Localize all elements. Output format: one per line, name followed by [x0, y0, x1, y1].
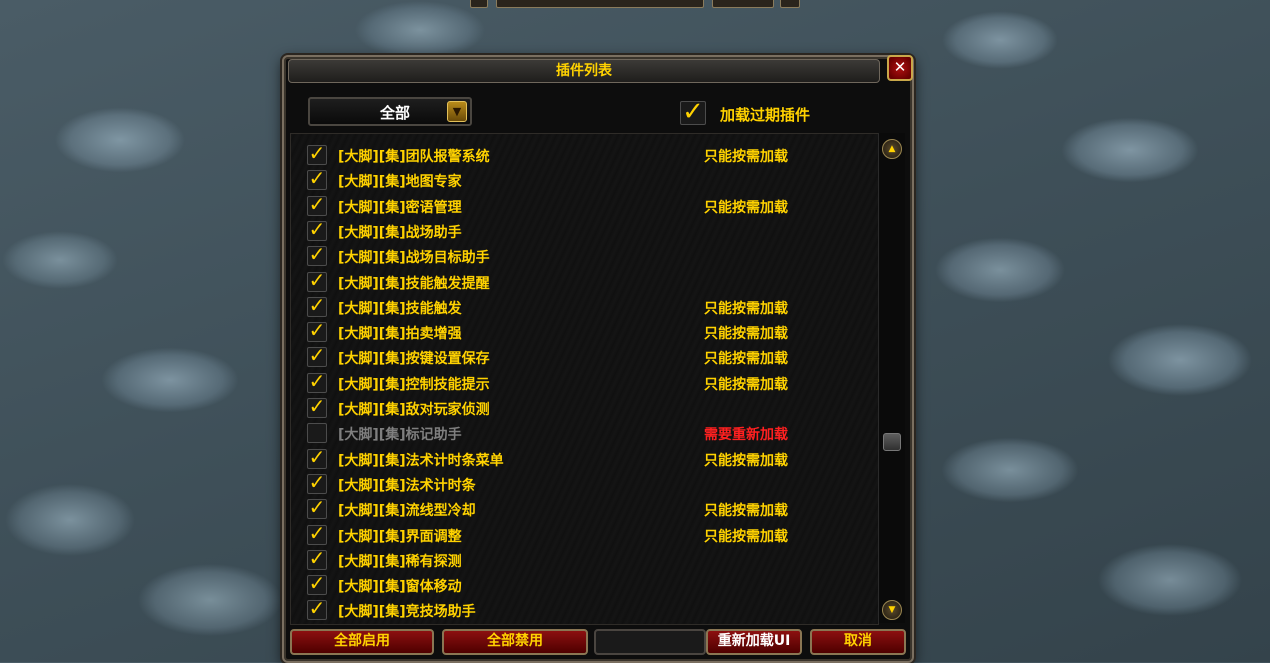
addon-row[interactable]: ✓ [大脚][集]密语管理 只能按需加载 — [291, 193, 878, 218]
addon-status: 只能按需加载 — [704, 149, 788, 165]
top-bar-segment — [712, 0, 774, 8]
addon-row[interactable]: ✓ [大脚][集]技能触发 只能按需加载 — [291, 294, 878, 319]
addon-name: [大脚][集]技能触发提醒 — [338, 275, 490, 292]
addon-name: [大脚][集]竞技场助手 — [338, 604, 476, 621]
reload-ui-button[interactable]: 重新加载UI — [706, 629, 802, 655]
addon-name: [大脚][集]战场助手 — [338, 224, 462, 241]
addon-name: [大脚][集]地图专家 — [338, 174, 462, 191]
addon-status: 只能按需加载 — [704, 326, 788, 343]
addon-row[interactable]: ✓ [大脚][集]战场目标助手 — [291, 243, 878, 268]
addon-enable-checkbox[interactable]: ✓ — [307, 447, 327, 469]
addon-enable-checkbox[interactable]: ✓ — [307, 523, 327, 545]
scroll-up-icon[interactable]: ▲ — [882, 139, 902, 159]
addon-name: [大脚][集]法术计时条菜单 — [338, 452, 504, 469]
addon-name: [大脚][集]窗体移动 — [338, 579, 462, 596]
addon-enable-checkbox[interactable]: ✓ — [307, 320, 327, 343]
addon-row[interactable]: ✓ [大脚][集]按键设置保存 只能按需加载 — [291, 344, 878, 369]
addon-enable-checkbox[interactable]: ✓ — [307, 573, 327, 596]
addon-row[interactable]: ✓ [大脚][集]战场助手 — [291, 218, 878, 243]
top-bar-segment — [496, 0, 704, 8]
addon-enable-checkbox[interactable]: ✓ — [307, 423, 327, 444]
addon-status: 需要重新加载 — [704, 427, 788, 444]
load-expired-checkbox[interactable]: ✓ — [680, 99, 706, 125]
addon-row[interactable]: ✓ [大脚][集]稀有探测 — [291, 547, 878, 572]
addon-status: 只能按需加载 — [704, 351, 788, 368]
chevron-down-icon[interactable]: ▼ — [447, 101, 467, 122]
addon-enable-checkbox[interactable]: ✓ — [307, 168, 327, 191]
addon-row[interactable]: ✓ [大脚][集]控制技能提示 只能按需加载 — [291, 370, 878, 395]
button-bar-divider — [594, 629, 706, 655]
scrollbar[interactable]: ▲ ▼ — [878, 133, 905, 623]
addon-row[interactable]: ✓ [大脚][集]拍卖增强 只能按需加载 — [291, 319, 878, 344]
addon-enable-checkbox[interactable]: ✓ — [307, 194, 327, 216]
addon-row[interactable]: ✓ [大脚][集]团队报警系统 只能按需加载 — [291, 142, 878, 167]
addon-enable-checkbox[interactable]: ✓ — [307, 345, 327, 368]
addon-list: ✓ [大脚][集]团队报警系统 只能按需加载 ✓ [大脚][集]地图专家 ✓ [大脚][集]… — [290, 133, 879, 625]
window-title: 插件列表 — [288, 59, 880, 83]
addon-row[interactable]: ✓ [大脚][集]法术计时条菜单 只能按需加载 — [291, 446, 878, 471]
disable-all-button[interactable]: 全部禁用 — [442, 629, 588, 655]
addon-row[interactable]: ✓ [大脚][集]窗体移动 — [291, 572, 878, 597]
addon-name: [大脚][集]密语管理 — [338, 199, 462, 216]
top-bar-segment — [470, 0, 488, 8]
close-button[interactable]: ✕ — [887, 55, 913, 81]
addon-status: 只能按需加载 — [704, 503, 788, 520]
cancel-button[interactable]: 取消 — [810, 629, 906, 655]
addon-row[interactable]: ✓ [大脚][集]地图专家 — [291, 167, 878, 192]
addon-enable-checkbox[interactable]: ✓ — [307, 598, 327, 621]
addon-status: 只能按需加载 — [704, 300, 788, 317]
top-bar-segment — [780, 0, 800, 8]
addon-status: 只能按需加载 — [704, 376, 788, 393]
addon-name: [大脚][集]拍卖增强 — [338, 326, 462, 343]
scroll-down-icon[interactable]: ▼ — [882, 600, 902, 620]
addon-enable-checkbox[interactable]: ✓ — [307, 497, 327, 520]
close-icon: ✕ — [893, 58, 907, 76]
addon-row[interactable]: ✓ [大脚][集]技能触发提醒 — [291, 269, 878, 294]
addon-name: [大脚][集]技能触发 — [338, 300, 462, 317]
addon-enable-checkbox[interactable]: ✓ — [307, 270, 327, 292]
addon-row[interactable]: ✓ [大脚][集]标记助手 需要重新加载 — [291, 420, 878, 445]
addon-name: [大脚][集]稀有探测 — [338, 553, 462, 570]
addon-enable-checkbox[interactable]: ✓ — [307, 548, 327, 570]
addon-enable-checkbox[interactable]: ✓ — [307, 143, 327, 165]
addon-enable-checkbox[interactable]: ✓ — [307, 244, 327, 267]
addon-name: [大脚][集]控制技能提示 — [338, 376, 490, 393]
addon-name: [大脚][集]法术计时条 — [338, 477, 476, 494]
addon-list-window: 插件列表 ✕ 全部 ▼ ✓ 加载过期插件 ✓ [大脚][集]团队报警系统 只能按需加… — [282, 55, 914, 663]
addon-enable-checkbox[interactable]: ✓ — [307, 219, 327, 241]
addon-row[interactable]: ✓ [大脚][集]法术计时条 — [291, 471, 878, 496]
load-expired-label: 加载过期插件 — [720, 106, 811, 124]
addon-status: 只能按需加载 — [704, 199, 788, 216]
filter-selected-value: 全部 — [380, 104, 411, 122]
addon-name: [大脚][集]流线型冷却 — [338, 503, 476, 520]
addon-name: [大脚][集]按键设置保存 — [338, 351, 490, 368]
enable-all-button[interactable]: 全部启用 — [290, 629, 434, 655]
addon-name: [大脚][集]战场目标助手 — [338, 250, 490, 267]
filter-dropdown[interactable]: 全部 ▼ — [308, 97, 472, 126]
addon-name: [大脚][集]敌对玩家侦测 — [338, 402, 490, 418]
scroll-thumb[interactable] — [883, 433, 901, 451]
addon-enable-checkbox[interactable]: ✓ — [307, 295, 327, 317]
addon-status: 只能按需加载 — [704, 452, 788, 469]
addon-row[interactable]: ✓ [大脚][集]敌对玩家侦测 — [291, 395, 878, 420]
addon-name: [大脚][集]标记助手 — [338, 427, 462, 444]
addon-name: [大脚][集]团队报警系统 — [338, 149, 490, 165]
addon-enable-checkbox[interactable]: ✓ — [307, 472, 327, 494]
addon-enable-checkbox[interactable]: ✓ — [307, 371, 327, 393]
addon-row[interactable]: ✓ [大脚][集]竞技场助手 — [291, 597, 878, 622]
addon-name: [大脚][集]界面调整 — [338, 528, 462, 545]
addon-status: 只能按需加载 — [704, 528, 788, 545]
addon-row[interactable]: ✓ [大脚][集]界面调整 只能按需加载 — [291, 522, 878, 547]
addon-row[interactable]: ✓ [大脚][集]流线型冷却 只能按需加载 — [291, 496, 878, 521]
addon-enable-checkbox[interactable]: ✓ — [307, 396, 327, 418]
